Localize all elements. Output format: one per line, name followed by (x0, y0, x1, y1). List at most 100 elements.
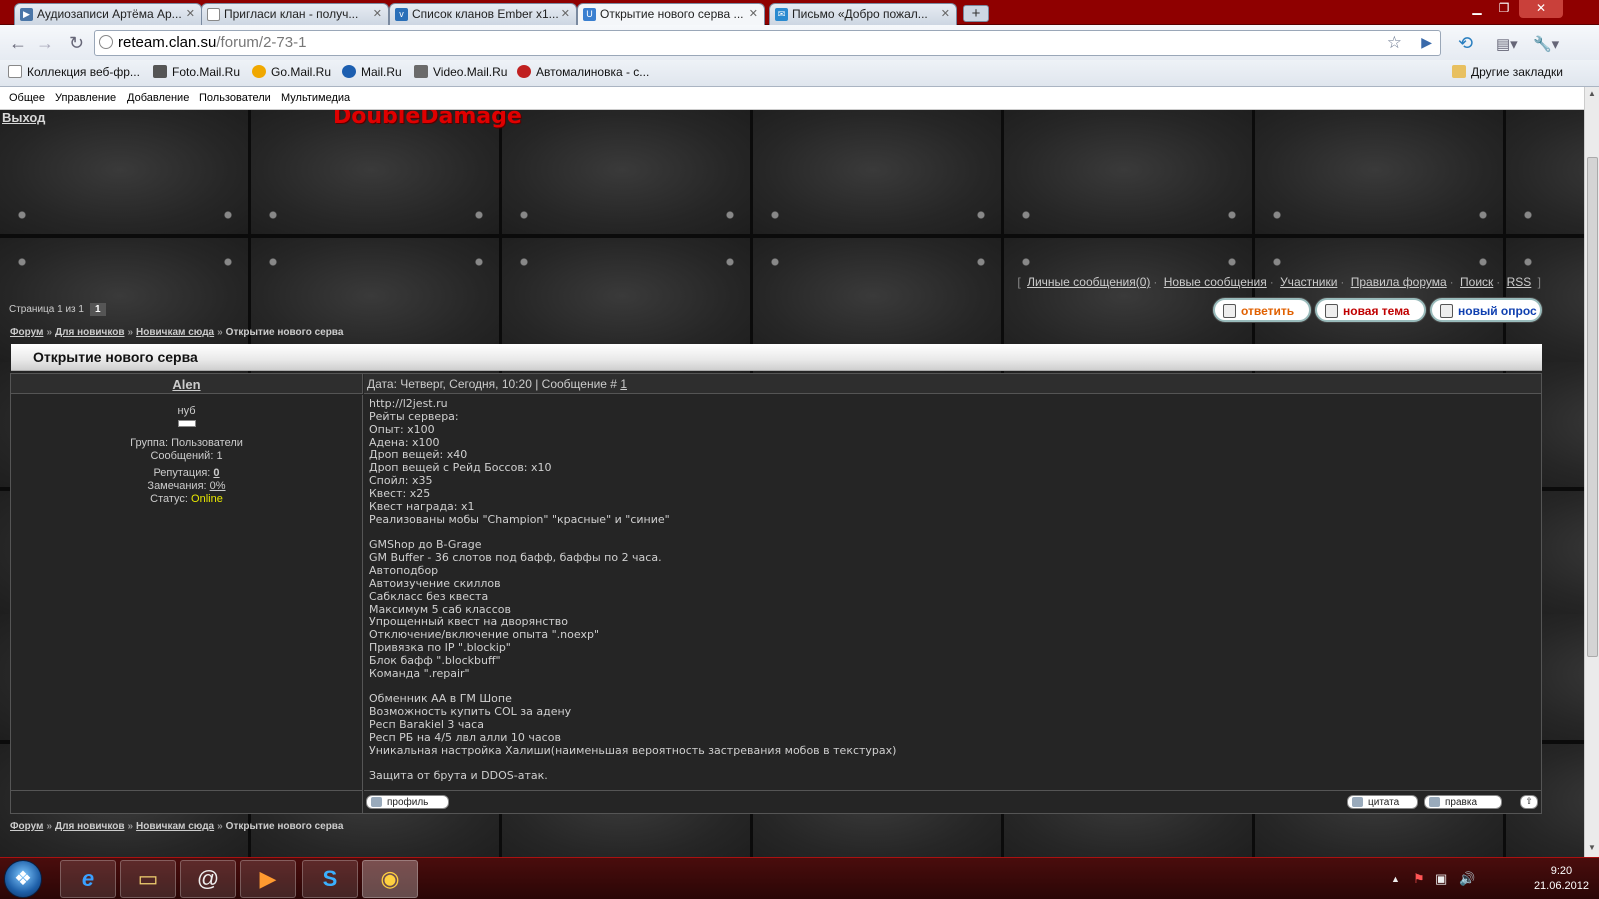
new-topic-button[interactable]: новая тема (1315, 298, 1426, 322)
page-icon (8, 65, 22, 78)
scrollbar-thumb[interactable] (1587, 157, 1598, 657)
explorer-folder-icon[interactable]: ▭ (120, 860, 176, 898)
bookmark-item[interactable]: Video.Mail.Ru (414, 65, 507, 79)
admin-menu-media[interactable]: Мультимедиа (281, 92, 350, 104)
browser-tab[interactable]: ✉ Письмо «Добро пожал... ✕ (769, 3, 957, 25)
close-icon[interactable]: ✕ (561, 7, 570, 20)
scroll-up-icon[interactable]: ▲ (1588, 89, 1596, 98)
page-number[interactable]: 1 (89, 303, 106, 316)
post-footer: профиль цитата правка ⇧ (364, 790, 1541, 813)
folder-icon (1452, 65, 1466, 78)
go-icon[interactable]: ▶ (1421, 34, 1432, 51)
admin-menu-users[interactable]: Пользователи (199, 92, 271, 104)
admin-menu-manage[interactable]: Управление (55, 92, 116, 104)
wrench-icon[interactable]: 🔧▾ (1533, 35, 1559, 53)
new-messages-link[interactable]: Новые сообщения (1164, 275, 1267, 289)
tab-title: Пригласи клан - получ... (224, 7, 359, 21)
breadcrumb-newbies[interactable]: Для новичков (55, 327, 124, 338)
bookmark-star-icon[interactable]: ☆ (1387, 33, 1402, 53)
other-bookmarks[interactable]: Другие закладки (1452, 65, 1563, 79)
action-center-icon[interactable]: ⚑ (1413, 871, 1425, 887)
address-bar[interactable]: reteam.clan.su/forum/2-73-1 ☆ ▶ (94, 30, 1441, 56)
new-topic-icon (1325, 304, 1338, 318)
profile-button[interactable]: профиль (366, 795, 449, 809)
start-button[interactable]: ❖ (4, 860, 42, 898)
quote-icon (1352, 797, 1363, 807)
scroll-down-icon[interactable]: ▼ (1588, 843, 1596, 852)
back-icon[interactable]: ← (9, 33, 27, 54)
internet-explorer-icon[interactable]: e (60, 860, 116, 898)
rss-link[interactable]: RSS (1507, 275, 1532, 289)
clock[interactable]: 9:20 21.06.2012 (1534, 864, 1589, 894)
quote-button[interactable]: цитата (1347, 795, 1418, 809)
forward-icon[interactable]: → (36, 33, 54, 54)
private-messages-link[interactable]: Личные сообщения(0) (1027, 275, 1150, 289)
warnings-label: Замечания: (147, 480, 207, 492)
pagination: Страница 1 из 1 1 (9, 303, 106, 316)
page-menu-icon[interactable]: ▤▾ (1496, 35, 1518, 53)
new-topic-label: новая тема (1343, 304, 1410, 318)
close-window-icon[interactable]: ✕ (1519, 0, 1563, 18)
scroll-top-icon[interactable]: ⇧ (1520, 795, 1538, 809)
new-tab-button[interactable]: + (963, 5, 989, 22)
search-link[interactable]: Поиск (1460, 275, 1493, 289)
breadcrumb-forum[interactable]: Форум (10, 327, 43, 338)
chrome-icon[interactable]: ◉ (362, 860, 418, 898)
poll-icon (1440, 304, 1453, 318)
reply-button[interactable]: ответить (1213, 298, 1311, 322)
media-player-icon[interactable]: ▶ (240, 860, 296, 898)
forum-rules-link[interactable]: Правила форума (1351, 275, 1447, 289)
breadcrumb-newbies-here[interactable]: Новичкам сюда (136, 327, 214, 338)
skype-extension-icon[interactable]: ⟲ (1458, 33, 1473, 54)
admin-panel-bar: Общее Управление Добавление Пользователи… (0, 87, 1584, 110)
skype-icon[interactable]: S (302, 860, 358, 898)
edit-button[interactable]: правка (1424, 795, 1502, 809)
reputation-link[interactable]: 0 (213, 467, 219, 479)
minimize-icon[interactable]: ▁ (1465, 0, 1489, 18)
reload-icon[interactable]: ↻ (69, 33, 84, 54)
browser-tab[interactable]: v Список кланов Ember x1... ✕ (389, 3, 577, 25)
bookmark-item[interactable]: Mail.Ru (342, 65, 402, 79)
breadcrumb-newbies-here[interactable]: Новичкам сюда (136, 821, 214, 832)
user-message-count: Сообщений: 1 (150, 450, 223, 462)
breadcrumb-forum[interactable]: Форум (10, 821, 43, 832)
mail-icon: ✉ (775, 8, 788, 21)
warnings-link[interactable]: 0% (210, 480, 226, 492)
maximize-icon[interactable]: ❐ (1492, 0, 1516, 18)
close-icon[interactable]: ✕ (373, 7, 382, 20)
rank-image (177, 420, 196, 427)
profile-icon (371, 797, 382, 807)
bookmark-item[interactable]: Коллекция веб-фр... (8, 65, 140, 79)
page-scrollbar[interactable]: ▲ ▼ (1584, 87, 1599, 857)
breadcrumb-newbies[interactable]: Для новичков (55, 821, 124, 832)
globe-icon (99, 35, 113, 49)
camera-icon (153, 65, 167, 78)
volume-icon[interactable]: 🔊 (1459, 871, 1475, 887)
admin-menu-add[interactable]: Добавление (127, 92, 189, 104)
admin-menu-general[interactable]: Общее (9, 92, 45, 104)
logout-link[interactable]: Выход (2, 110, 45, 125)
new-poll-button[interactable]: новый опрос (1430, 298, 1542, 322)
close-icon[interactable]: ✕ (941, 7, 950, 20)
post: Alen Дата: Четверг, Сегодня, 10:20 | Соо… (10, 373, 1542, 814)
bookmark-item[interactable]: Foto.Mail.Ru (153, 65, 240, 79)
browser-tab-active[interactable]: U Открытие нового серва ... ✕ (577, 3, 765, 26)
browser-tab[interactable]: Пригласи клан - получ... ✕ (201, 3, 389, 25)
user-rank: нуб (177, 405, 196, 417)
browser-tab[interactable]: ▶ Аудиозаписи Артёма Ар... ✕ (14, 3, 202, 25)
network-icon[interactable]: ▣ (1435, 871, 1447, 887)
quote-label: цитата (1368, 797, 1400, 808)
bookmark-item[interactable]: Go.Mail.Ru (252, 65, 331, 79)
members-link[interactable]: Участники (1280, 275, 1337, 289)
reply-icon (1223, 304, 1236, 318)
show-hidden-icons-icon[interactable]: ▲ (1391, 874, 1400, 884)
bookmark-item[interactable]: Автомалиновка - с... (517, 65, 649, 79)
mail-agent-icon[interactable]: @ (180, 860, 236, 898)
post-author-link[interactable]: Alen (172, 377, 200, 392)
close-icon[interactable]: ✕ (186, 7, 195, 20)
post-user-info: нуб Группа: Пользователи Сообщений: 1 Ре… (11, 395, 363, 790)
bookmark-label: Go.Mail.Ru (271, 65, 332, 79)
close-icon[interactable]: ✕ (749, 7, 758, 20)
post-number-link[interactable]: 1 (620, 377, 627, 391)
system-tray: ▲ ⚑ ▣ 🔊 9:20 21.06.2012 (1379, 858, 1599, 899)
